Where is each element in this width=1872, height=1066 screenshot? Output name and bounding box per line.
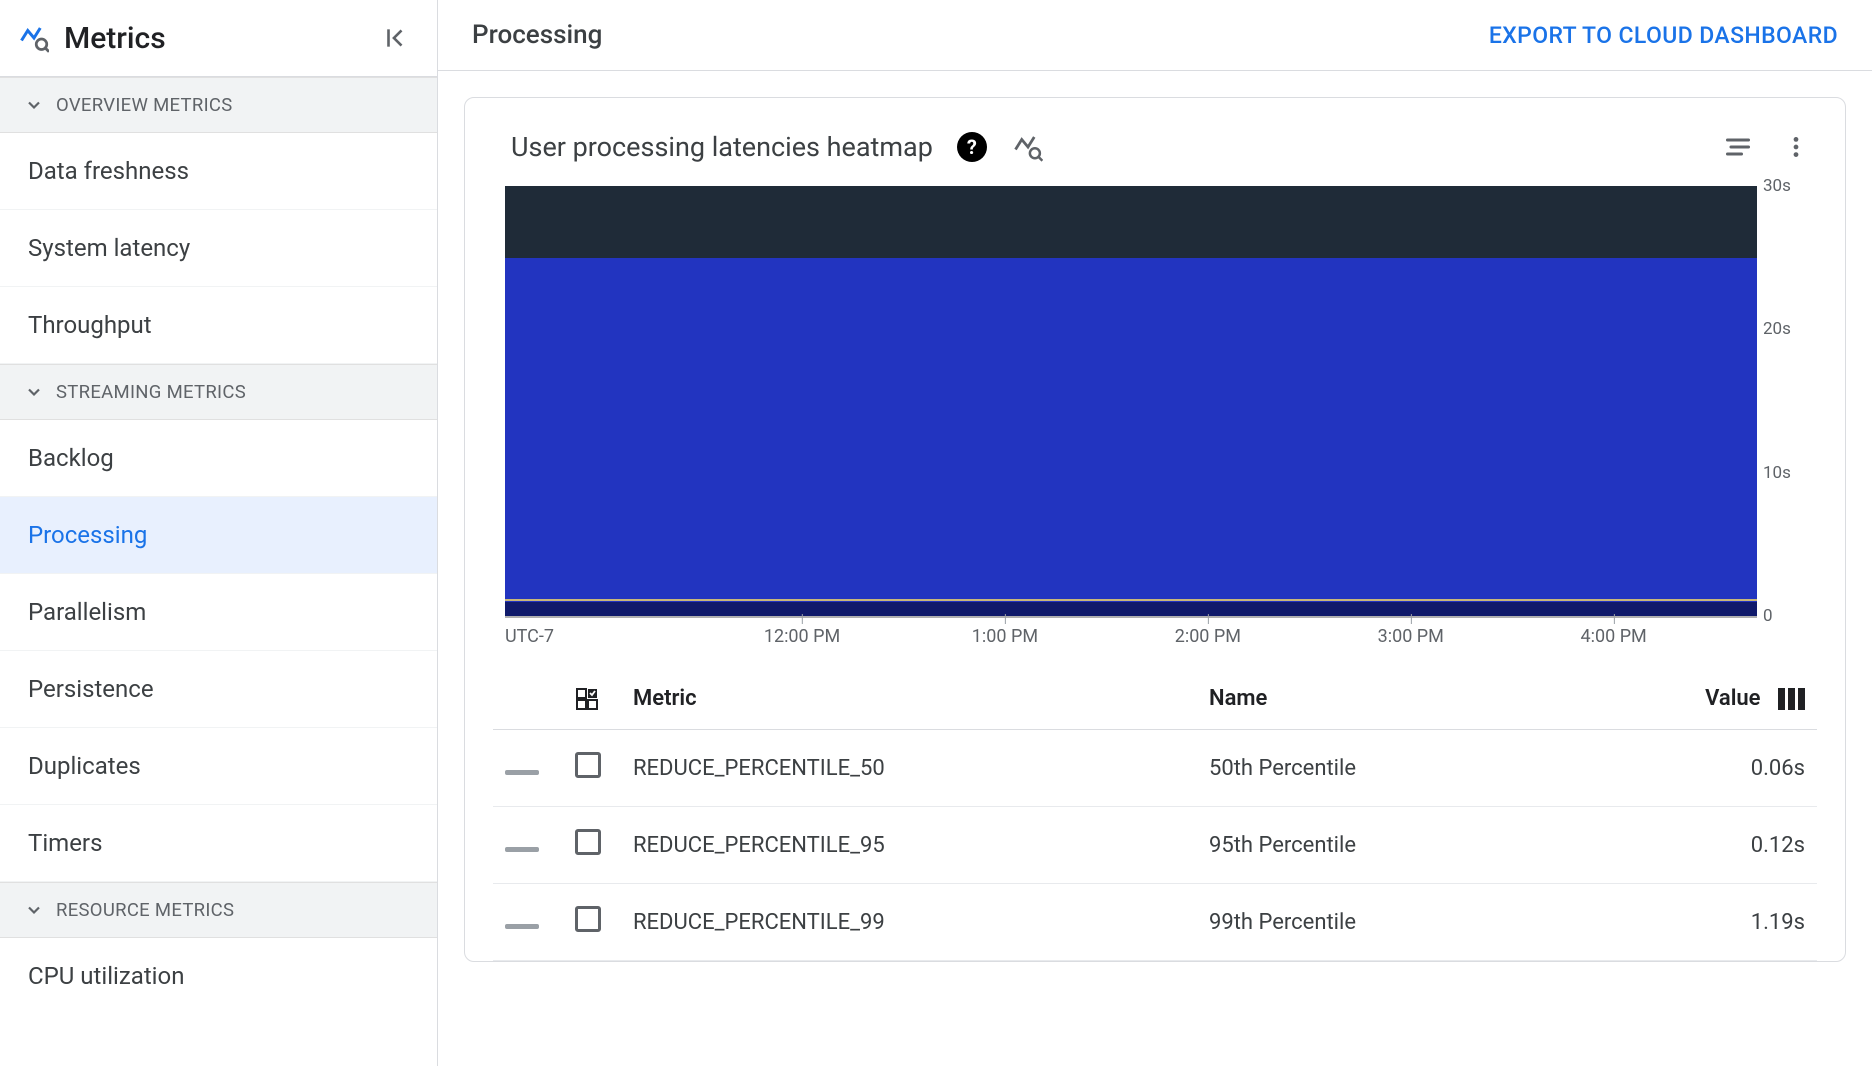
- sidebar-group-label: STREAMING METRICS: [56, 381, 246, 403]
- cell-name: 99th Percentile: [1197, 884, 1617, 961]
- main-header: Processing EXPORT TO CLOUD DASHBOARD: [438, 0, 1872, 71]
- y-tick-label: 30s: [1763, 176, 1791, 196]
- latency-heatmap-card: User processing latencies heatmap ? 0 10s…: [464, 97, 1846, 962]
- sidebar-group-header[interactable]: RESOURCE METRICS: [0, 882, 437, 938]
- sidebar-item-system-latency[interactable]: System latency: [0, 210, 437, 287]
- cell-name: 50th Percentile: [1197, 730, 1617, 807]
- help-icon[interactable]: ?: [957, 132, 987, 162]
- sidebar-item-data-freshness[interactable]: Data freshness: [0, 133, 437, 210]
- cell-metric: REDUCE_PERCENTILE_99: [621, 884, 1197, 961]
- sidebar-group-header[interactable]: OVERVIEW METRICS: [0, 77, 437, 133]
- heatmap-band: [505, 258, 1757, 602]
- series-color-swatch: [493, 807, 563, 884]
- sidebar-title: Metrics: [64, 21, 375, 56]
- card-header: User processing latencies heatmap ?: [493, 122, 1817, 186]
- more-vert-icon: [1783, 134, 1809, 160]
- legend-toggle-button[interactable]: [1721, 130, 1755, 164]
- sidebar-item-parallelism[interactable]: Parallelism: [0, 574, 437, 651]
- heatmap-band: [505, 602, 1757, 616]
- collapse-icon: [382, 25, 408, 51]
- chevron-down-icon: [24, 900, 44, 920]
- th-name[interactable]: Name: [1197, 666, 1617, 730]
- sidebar-item-processing[interactable]: Processing: [0, 497, 437, 574]
- sidebar-item-duplicates[interactable]: Duplicates: [0, 728, 437, 805]
- row-checkbox[interactable]: [575, 752, 601, 778]
- timezone-label: UTC-7: [505, 626, 554, 647]
- sidebar-item-cpu-utilization[interactable]: CPU utilization: [0, 938, 437, 1014]
- chevron-down-icon: [24, 95, 44, 115]
- x-tick-label: 12:00 PM: [764, 626, 840, 647]
- percentile-table: Metric Name Value REDUCE_PERCENTILE_50 5…: [493, 666, 1817, 961]
- cell-metric: REDUCE_PERCENTILE_50: [621, 730, 1197, 807]
- table-row[interactable]: REDUCE_PERCENTILE_95 95th Percentile 0.1…: [493, 807, 1817, 884]
- sidebar-header: Metrics: [0, 0, 437, 77]
- main: Processing EXPORT TO CLOUD DASHBOARD Use…: [438, 0, 1872, 1066]
- select-all-icon[interactable]: [575, 687, 599, 711]
- x-tick-label: 2:00 PM: [1175, 626, 1241, 647]
- th-value-label: Value: [1705, 686, 1760, 711]
- sidebar-item-timers[interactable]: Timers: [0, 805, 437, 882]
- sidebar: Metrics OVERVIEW METRICS Data freshnessSy…: [0, 0, 438, 1066]
- y-tick-label: 0: [1763, 606, 1773, 626]
- card-title: User processing latencies heatmap: [511, 131, 933, 163]
- table-row[interactable]: REDUCE_PERCENTILE_99 99th Percentile 1.1…: [493, 884, 1817, 961]
- cell-metric: REDUCE_PERCENTILE_95: [621, 807, 1197, 884]
- more-options-button[interactable]: [1779, 130, 1813, 164]
- x-tick-label: 4:00 PM: [1581, 626, 1647, 647]
- row-checkbox[interactable]: [575, 829, 601, 855]
- sidebar-item-persistence[interactable]: Persistence: [0, 651, 437, 728]
- th-select: [563, 666, 621, 730]
- y-tick-label: 10s: [1763, 463, 1791, 483]
- x-tick-label: 3:00 PM: [1378, 626, 1444, 647]
- series-color-swatch: [493, 730, 563, 807]
- th-blank: [493, 666, 563, 730]
- th-metric[interactable]: Metric: [621, 666, 1197, 730]
- page-title: Processing: [472, 20, 1489, 50]
- heatmap-chart[interactable]: 010s20s30s UTC-7 12:00 PM1:00 PM2:00 PM3…: [493, 186, 1817, 662]
- table-row[interactable]: REDUCE_PERCENTILE_50 50th Percentile 0.0…: [493, 730, 1817, 807]
- row-checkbox[interactable]: [575, 906, 601, 932]
- th-value[interactable]: Value: [1617, 666, 1817, 730]
- y-tick-label: 20s: [1763, 319, 1791, 339]
- sidebar-item-throughput[interactable]: Throughput: [0, 287, 437, 364]
- sidebar-group-header[interactable]: STREAMING METRICS: [0, 364, 437, 420]
- sidebar-group-label: RESOURCE METRICS: [56, 899, 234, 921]
- overlay-line: [505, 599, 1757, 601]
- sidebar-group-label: OVERVIEW METRICS: [56, 94, 233, 116]
- x-tick-label: 1:00 PM: [972, 626, 1038, 647]
- cell-value: 0.12s: [1617, 807, 1817, 884]
- metrics-explorer-button[interactable]: [1011, 130, 1045, 164]
- legend-icon: [1724, 133, 1752, 161]
- export-to-dashboard-link[interactable]: EXPORT TO CLOUD DASHBOARD: [1489, 22, 1838, 49]
- metrics-explorer-icon: [1013, 132, 1043, 162]
- cell-value: 1.19s: [1617, 884, 1817, 961]
- content: User processing latencies heatmap ? 0 10s…: [438, 71, 1872, 1066]
- cell-value: 0.06s: [1617, 730, 1817, 807]
- columns-icon[interactable]: [1778, 688, 1805, 710]
- collapse-sidebar-button[interactable]: [375, 18, 415, 58]
- heatmap-band: [505, 186, 1757, 258]
- cell-name: 95th Percentile: [1197, 807, 1617, 884]
- chevron-down-icon: [24, 382, 44, 402]
- sidebar-item-backlog[interactable]: Backlog: [0, 420, 437, 497]
- metrics-icon: [18, 22, 50, 54]
- series-color-swatch: [493, 884, 563, 961]
